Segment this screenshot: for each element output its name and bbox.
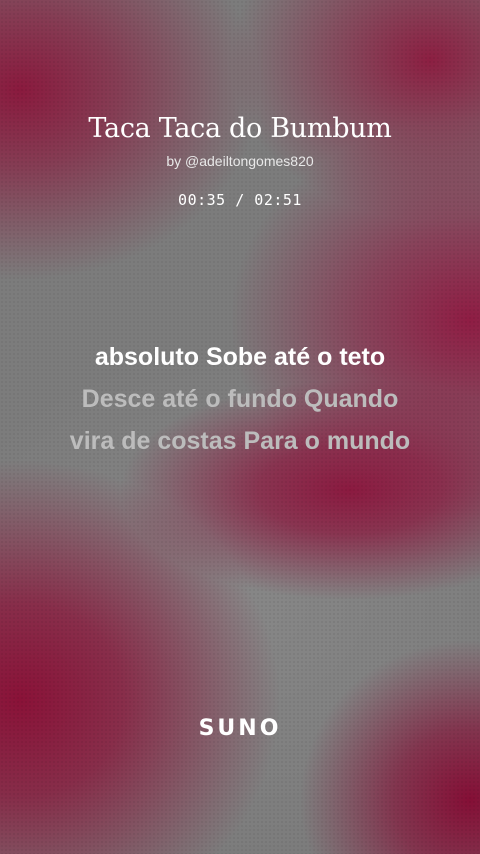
lyric-line-current: absoluto Sobe até o teto <box>94 343 386 371</box>
playback-time: 00:35 / 02:51 <box>178 191 302 209</box>
lyric-line-next: Desce até o fundo Quando <box>81 385 399 413</box>
player-screen: Taca Taca do Bumbum by @adeiltongomes820… <box>0 0 480 854</box>
song-title: Taca Taca do Bumbum <box>88 113 392 144</box>
suno-logo: SUNO <box>198 716 282 741</box>
lyrics-panel: absoluto Sobe até o teto Desce até o fun… <box>0 336 480 462</box>
artist-byline: by @adeiltongomes820 <box>166 153 314 169</box>
lyric-line-after: vira de costas Para o mundo <box>69 427 411 455</box>
